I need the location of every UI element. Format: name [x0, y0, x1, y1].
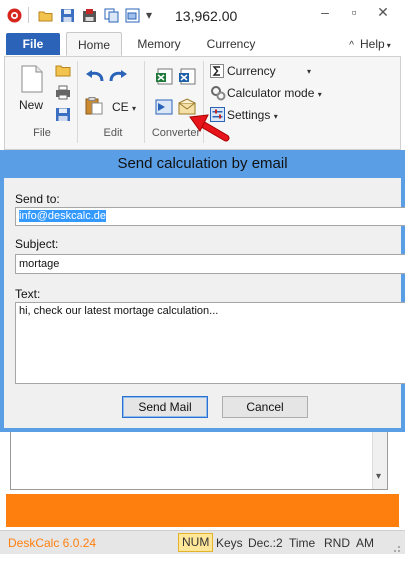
subject-label: Subject: — [15, 237, 59, 251]
text-label: Text: — [15, 287, 41, 301]
title-bar: ▾ 13,962.00 – ▫ ✕ — [0, 0, 405, 30]
collapse-ribbon-chevron-icon[interactable]: ^ — [349, 40, 354, 51]
app-logo-icon[interactable] — [7, 8, 22, 23]
copy-icon[interactable] — [104, 8, 119, 23]
ribbon-tab-bar: File Home Memory Currency ^ Help ▾ — [0, 30, 405, 56]
status-time[interactable]: Time — [289, 536, 315, 550]
currency-menu-button[interactable]: Currency — [227, 64, 276, 78]
status-rounding[interactable]: RND — [324, 536, 350, 550]
calculator-mode-caret-icon: ▾ — [317, 90, 322, 99]
red-arrow-annotation-icon — [188, 112, 230, 144]
new-document-icon[interactable] — [21, 65, 43, 96]
cancel-button[interactable]: Cancel — [222, 396, 308, 418]
dialog-body: Send to: info@deskcalc.de Subject: morta… — [4, 178, 405, 428]
send-email-dialog: Send calculation by email Send to: info@… — [0, 150, 405, 432]
help-menu[interactable]: ^ Help ▾ — [340, 32, 400, 56]
group-divider — [77, 61, 78, 143]
undo-icon[interactable] — [85, 69, 105, 86]
status-am[interactable]: AM — [356, 536, 374, 550]
dialog-title: Send calculation by email — [117, 155, 288, 172]
tab-file[interactable]: File — [6, 33, 60, 55]
status-keys[interactable]: Keys — [216, 536, 243, 550]
ce-label: CE — [112, 100, 129, 114]
display-bar — [6, 494, 399, 527]
message-textarea[interactable]: hi, check our latest mortage calculation… — [15, 302, 405, 384]
send-mail-button[interactable]: Send Mail — [122, 396, 208, 418]
divider — [28, 7, 29, 23]
settings-menu-button[interactable]: Settings ▾ — [227, 108, 278, 122]
file-group-label: File — [33, 127, 51, 139]
print-disk-icon[interactable] — [82, 8, 97, 23]
restore-button[interactable]: ▫ — [341, 2, 367, 24]
currency-caret-icon[interactable]: ▾ — [307, 67, 311, 76]
status-num[interactable]: NUM — [178, 533, 214, 552]
window-icon[interactable] — [125, 8, 140, 23]
edit-group-label: Edit — [103, 127, 123, 139]
subject-value: mortage — [19, 258, 60, 270]
save-disk-icon[interactable] — [55, 107, 71, 125]
status-bar: DeskCalc 6.0.24 NUM Keys Dec.:2 Time RND… — [0, 530, 405, 554]
status-decimals[interactable]: Dec.:2 — [248, 536, 283, 550]
redo-icon[interactable] — [108, 69, 128, 86]
scroll-down-arrow-icon[interactable]: ▾ — [376, 471, 381, 482]
clear-entry-button[interactable]: CE ▾ — [112, 100, 136, 114]
app-version-label: DeskCalc 6.0.24 — [8, 536, 97, 550]
window-title: 13,962.00 — [175, 8, 238, 24]
open-folder-icon[interactable] — [38, 8, 53, 23]
calc-export-icon[interactable] — [178, 68, 196, 88]
excel-export-icon[interactable] — [155, 68, 173, 88]
send-to-window-icon[interactable] — [155, 98, 173, 118]
help-caret-icon: ▾ — [386, 41, 391, 50]
history-list[interactable] — [10, 430, 388, 490]
send-to-label: Send to: — [15, 192, 60, 206]
subject-input[interactable]: mortage — [15, 254, 405, 274]
paste-clipboard-icon[interactable] — [85, 97, 103, 118]
save-disk-icon[interactable] — [60, 8, 75, 23]
ce-caret-icon: ▾ — [132, 104, 137, 113]
settings-label: Settings — [227, 108, 271, 122]
sigma-icon — [210, 64, 224, 81]
open-folder-icon[interactable] — [55, 63, 71, 80]
tab-memory[interactable]: Memory — [130, 32, 188, 56]
new-button[interactable]: New — [19, 98, 43, 112]
minimize-button[interactable]: – — [312, 2, 338, 24]
close-button[interactable]: ✕ — [370, 2, 396, 24]
send-to-input[interactable]: info@deskcalc.de — [15, 207, 405, 226]
message-value: hi, check our latest mortage calculation… — [19, 305, 219, 317]
print-icon[interactable] — [55, 85, 71, 103]
history-scrollbar[interactable]: ▾ — [372, 431, 387, 489]
resize-grip-icon[interactable] — [391, 542, 401, 556]
calculator-mode-icon — [210, 85, 226, 104]
send-to-value: info@deskcalc.de — [19, 210, 106, 222]
tab-home[interactable]: Home — [66, 32, 122, 56]
help-label: Help — [360, 37, 385, 51]
quick-access-caret-icon[interactable]: ▾ — [146, 8, 152, 22]
calculator-mode-label: Calculator mode — [227, 86, 315, 100]
tab-currency[interactable]: Currency — [200, 32, 262, 56]
currency-label: Currency — [227, 64, 276, 78]
calculator-mode-menu-button[interactable]: Calculator mode ▾ — [227, 86, 322, 100]
group-divider — [144, 61, 145, 143]
settings-caret-icon: ▾ — [273, 112, 278, 121]
